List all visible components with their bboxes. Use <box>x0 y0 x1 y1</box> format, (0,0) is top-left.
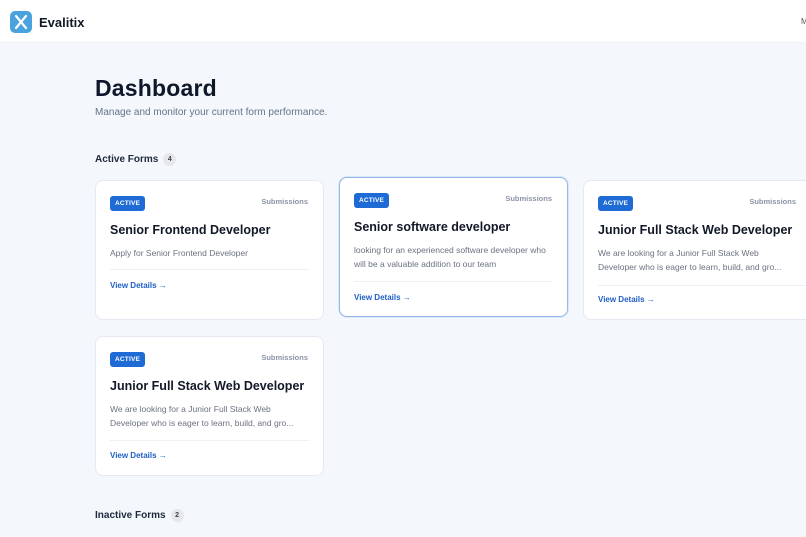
status-badge: ACTIVE <box>110 196 146 211</box>
view-details-link[interactable]: View Details → <box>354 293 411 302</box>
card-description: Apply for Senior Frontend Developer <box>110 248 248 258</box>
card-description: looking for an experienced software deve… <box>354 245 546 269</box>
inactive-forms-count-badge: 2 <box>170 509 184 522</box>
view-details-link[interactable]: View Details → <box>110 281 167 290</box>
card-title: Senior software developer <box>354 220 511 234</box>
active-forms-label: Active Forms <box>95 154 159 165</box>
submissions-label: Submissions <box>261 197 308 206</box>
card-title: Junior Full Stack Web Developer <box>110 379 305 393</box>
submissions-label: Submissions <box>261 353 308 362</box>
card-description: We are looking for a Junior Full Stack W… <box>110 404 294 428</box>
card-title: Senior Frontend Developer <box>110 223 271 237</box>
card-title: Junior Full Stack Web Developer <box>598 223 793 237</box>
inactive-forms-label: Inactive Forms <box>95 510 166 521</box>
page-title: Dashboard <box>95 75 217 101</box>
status-badge: ACTIVE <box>598 196 634 211</box>
card-divider <box>598 285 806 286</box>
submissions-label: Submissions <box>749 197 796 206</box>
user-menu-text[interactable]: M <box>801 17 806 26</box>
brand-name[interactable]: Evalitix <box>39 15 85 30</box>
page-subtitle: Manage and monitor your current form per… <box>95 107 328 118</box>
status-badge: ACTIVE <box>354 193 390 208</box>
card-divider <box>110 269 309 270</box>
form-card[interactable]: ACTIVE Submissions Junior Full Stack Web… <box>583 180 806 320</box>
card-divider <box>354 281 553 282</box>
logo-icon[interactable] <box>10 11 32 33</box>
card-description: We are looking for a Junior Full Stack W… <box>598 248 782 272</box>
form-card[interactable]: ACTIVE Submissions Senior Frontend Devel… <box>95 180 324 320</box>
inactive-forms-heading: Inactive Forms 2 <box>95 509 184 522</box>
form-card[interactable]: ACTIVE Submissions Senior software devel… <box>339 177 568 317</box>
view-details-link[interactable]: View Details → <box>598 295 655 304</box>
card-divider <box>110 440 309 441</box>
active-forms-count-badge: 4 <box>163 153 177 166</box>
top-navbar: Evalitix M <box>0 0 806 43</box>
status-badge: ACTIVE <box>110 352 146 367</box>
active-forms-heading: Active Forms 4 <box>95 153 177 166</box>
view-details-link[interactable]: View Details → <box>110 451 167 460</box>
submissions-label: Submissions <box>505 194 552 203</box>
form-card[interactable]: ACTIVE Submissions Junior Full Stack Web… <box>95 336 324 476</box>
